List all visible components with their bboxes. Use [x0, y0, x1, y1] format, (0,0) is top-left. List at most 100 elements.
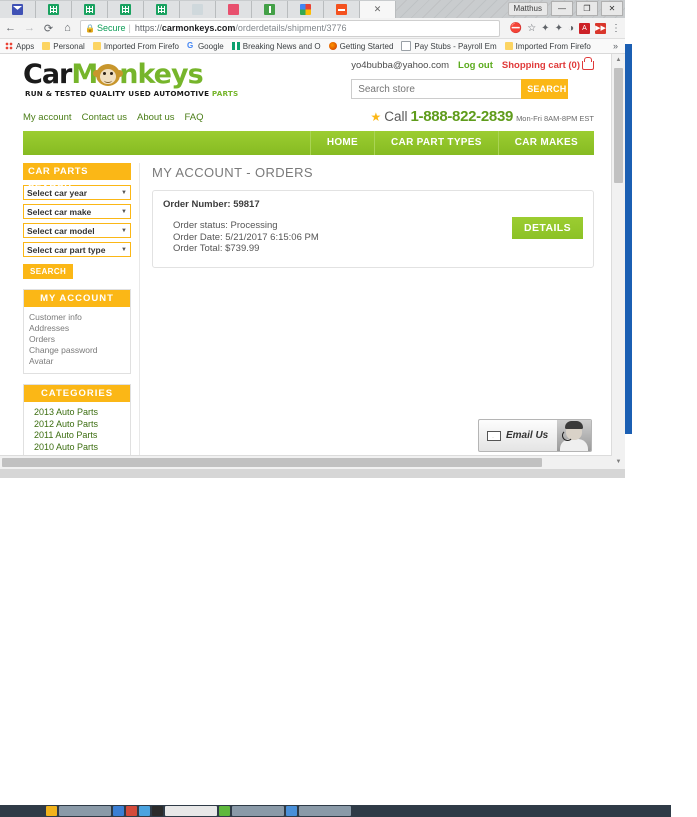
close-window-button[interactable]: ✕ [601, 1, 623, 16]
tagline-parts: PARTS [211, 89, 239, 98]
taskbar-icon-4[interactable] [139, 806, 150, 816]
menu-item-home[interactable]: HOME [309, 131, 374, 155]
site-logo[interactable]: Car Mnkeys RUN & TESTED QUALITY USED AUTO… [23, 61, 238, 98]
blocked-popup-icon[interactable]: ⛔ [510, 23, 522, 34]
taskbar-icon-6[interactable] [219, 806, 230, 816]
horizontal-scrollbar[interactable] [0, 455, 612, 469]
select-car-year[interactable]: Select car year ▼ [23, 185, 131, 200]
web-page: Car Mnkeys RUN & TESTED QUALITY USED AUTO… [0, 54, 610, 469]
taskbar-window-4[interactable] [299, 806, 351, 816]
browser-tab[interactable] [252, 1, 288, 18]
search-button[interactable]: SEARCH [521, 79, 569, 99]
home-icon[interactable]: ⌂ [61, 22, 74, 34]
taskbar-icon-3[interactable] [126, 806, 137, 816]
taskbar-icon-1[interactable] [46, 806, 57, 816]
email-us-widget[interactable]: Email Us [478, 419, 592, 452]
category-2013-auto-parts[interactable]: 2013 Auto Parts [34, 407, 125, 419]
shopping-cart-link[interactable]: Shopping cart (0) [502, 57, 594, 71]
bookmark-personal[interactable]: Personal [42, 42, 85, 51]
alert-icon [264, 4, 275, 15]
phone-number[interactable]: 1-888-822-2839 [411, 108, 514, 125]
search-input[interactable] [351, 79, 522, 99]
details-button[interactable]: DETAILS [512, 217, 583, 239]
browser-tab[interactable] [324, 1, 360, 18]
horizontal-scroll-thumb[interactable] [2, 458, 542, 467]
taskbar-icon-7[interactable] [286, 806, 297, 816]
bookmark-getting-started[interactable]: Getting Started [328, 42, 393, 51]
flame-icon[interactable]: ◑ [568, 23, 574, 34]
browser-tab[interactable] [108, 1, 144, 18]
category-2010-auto-parts[interactable]: 2010 Auto Parts [34, 442, 125, 454]
sidebar-item-customer-info[interactable]: Customer info [29, 312, 125, 323]
window-user-badge[interactable]: Matthus [507, 1, 548, 16]
bookmark-star-icon[interactable]: ☆ [527, 23, 536, 34]
link-faq[interactable]: FAQ [185, 112, 204, 123]
category-2012-auto-parts[interactable]: 2012 Auto Parts [34, 419, 125, 431]
categories-title: CATEGORIES [24, 385, 130, 402]
bookmark-label: Imported From Firefo [515, 41, 591, 51]
scroll-up-icon[interactable]: ▲ [612, 54, 625, 67]
taskbar-icon-5[interactable] [152, 806, 163, 816]
url-path: /orderdetails/shipment/3776 [235, 23, 347, 33]
link-about-us[interactable]: About us [137, 112, 175, 123]
categories-links: 2013 Auto Parts 2012 Auto Parts 2011 Aut… [24, 402, 130, 459]
top-links: My account Contact us About us FAQ [23, 112, 204, 123]
red-extension-icon[interactable]: ▶▶ [595, 22, 606, 34]
document-icon [401, 41, 412, 51]
bookmark-label: Pay Stubs - Payroll Em [414, 41, 497, 51]
link-contact-us[interactable]: Contact us [82, 112, 127, 123]
sidebar-item-change-password[interactable]: Change password [29, 345, 125, 356]
bookmark-breaking-news[interactable]: Breaking News and O [231, 41, 321, 51]
pdf-extension-icon[interactable]: A [579, 22, 590, 34]
header-account-links: yo4bubba@yahoo.com Log out Shopping cart… [351, 57, 594, 71]
menu-item-car-part-types[interactable]: CAR PART TYPES [374, 131, 498, 155]
phone-hours: Mon-Fri 8AM-8PM EST [516, 114, 594, 123]
logout-link[interactable]: Log out [458, 60, 493, 71]
bookmarks-overflow-icon[interactable]: » [613, 41, 620, 51]
page-title: MY ACCOUNT - ORDERS [152, 165, 313, 180]
chrome-menu-icon[interactable]: ⋮ [611, 23, 621, 34]
menu-item-car-makes[interactable]: CAR MAKES [497, 131, 594, 155]
select-car-model[interactable]: Select car model ▼ [23, 223, 131, 238]
extension-puzzle-icon[interactable]: ✦ [541, 23, 549, 34]
vertical-scrollbar[interactable]: ▲ ▼ [611, 54, 625, 469]
bookmark-pay-stubs[interactable]: Pay Stubs - Payroll Em [401, 41, 497, 51]
browser-tab[interactable] [288, 1, 324, 18]
bookmark-google[interactable]: G Google [187, 42, 224, 51]
sidebar-item-orders[interactable]: Orders [29, 334, 125, 345]
browser-tab-active[interactable]: ✕ [360, 1, 396, 18]
forward-icon[interactable]: → [23, 22, 36, 34]
taskbar-window-1[interactable] [59, 806, 111, 816]
browser-tab[interactable] [144, 1, 180, 18]
sidebar-search-button[interactable]: SEARCH [23, 264, 74, 279]
back-icon[interactable]: ← [4, 22, 17, 34]
vertical-scroll-thumb[interactable] [614, 68, 623, 183]
extension-puzzle-2-icon[interactable]: ✦ [555, 23, 563, 34]
taskbar-window-3[interactable] [232, 806, 284, 816]
select-car-part-type-value: Select car part type [27, 244, 106, 255]
browser-tab[interactable] [0, 1, 36, 18]
bookmark-imported-firefox-2[interactable]: Imported From Firefo [504, 41, 591, 51]
scroll-down-icon[interactable]: ▼ [612, 456, 625, 469]
link-my-account[interactable]: My account [23, 112, 72, 123]
select-car-part-type[interactable]: Select car part type ▼ [23, 242, 131, 257]
browser-tab[interactable] [72, 1, 108, 18]
category-2011-auto-parts[interactable]: 2011 Auto Parts [34, 430, 125, 442]
address-bar[interactable]: 🔒 Secure | https://carmonkeys.com/orderd… [80, 19, 500, 37]
bookmark-imported-firefox[interactable]: Imported From Firefo [92, 42, 179, 51]
bookmark-apps[interactable]: Apps [5, 42, 34, 51]
select-car-make[interactable]: Select car make ▼ [23, 204, 131, 219]
taskbar-icon-2[interactable] [113, 806, 124, 816]
taskbar-window-2[interactable] [165, 806, 217, 816]
reload-icon[interactable]: ⟳ [42, 22, 55, 35]
sidebar-item-avatar[interactable]: Avatar [29, 356, 125, 367]
close-icon[interactable]: ✕ [374, 5, 382, 14]
browser-tab[interactable] [36, 1, 72, 18]
browser-tab[interactable] [216, 1, 252, 18]
bookmark-label: Breaking News and O [242, 41, 321, 51]
sidebar-item-addresses[interactable]: Addresses [29, 323, 125, 334]
minimize-button[interactable]: — [551, 1, 573, 16]
maximize-button[interactable]: ❐ [576, 1, 598, 16]
omnibox-row: ← → ⟳ ⌂ 🔒 Secure | https://carmonkeys.co… [0, 18, 625, 39]
browser-tab[interactable] [180, 1, 216, 18]
